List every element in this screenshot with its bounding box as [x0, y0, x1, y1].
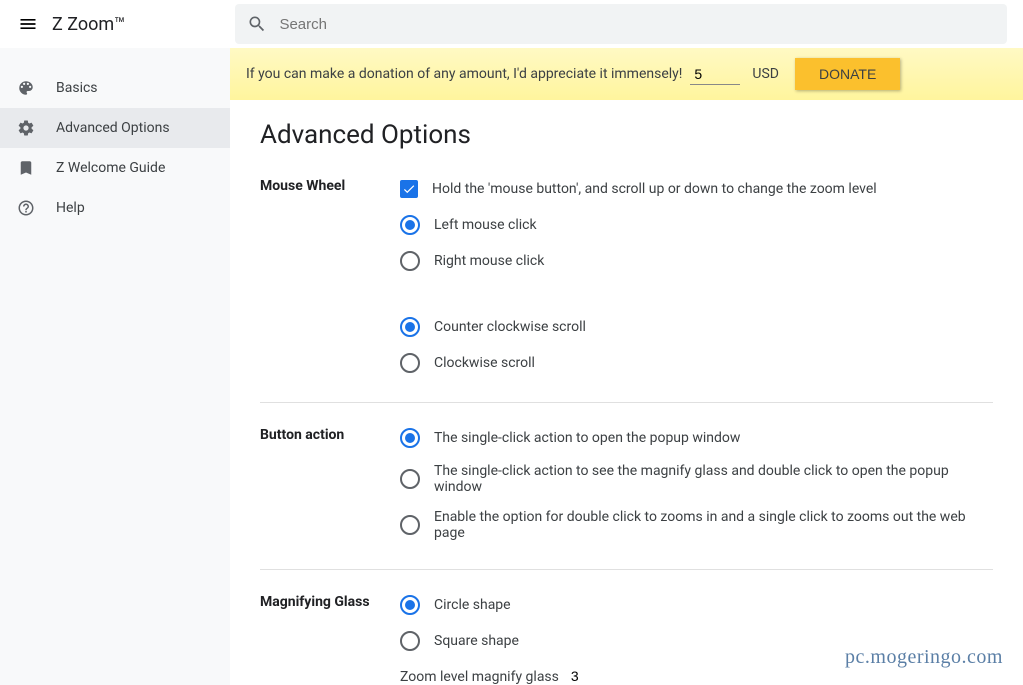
option-btn2: The single-click action to see the magni…: [400, 463, 993, 495]
left-click-radio[interactable]: [400, 215, 420, 235]
cw-scroll-radio[interactable]: [400, 353, 420, 373]
content: Advanced Options Mouse Wheel Hold the 'm…: [230, 100, 1023, 685]
section-label: Mouse Wheel: [260, 178, 400, 374]
option-left-click: Left mouse click: [400, 214, 993, 236]
option-text: Clockwise scroll: [434, 355, 535, 371]
header: Z Zoom™: [0, 0, 1023, 48]
ccw-scroll-radio[interactable]: [400, 317, 420, 337]
zoom-level-label: Zoom level magnify glass: [400, 669, 559, 685]
section-body: The single-click action to open the popu…: [400, 427, 993, 541]
square-shape-radio[interactable]: [400, 631, 420, 651]
btn-action-3-radio[interactable]: [400, 515, 420, 535]
option-text: The single-click action to see the magni…: [434, 463, 993, 495]
search-bar[interactable]: [235, 4, 1007, 44]
section-mouse-wheel: Mouse Wheel Hold the 'mouse button', and…: [260, 178, 993, 403]
option-text: Left mouse click: [434, 217, 537, 233]
option-right-click: Right mouse click: [400, 250, 993, 272]
menu-button[interactable]: [8, 4, 48, 44]
page-title: Advanced Options: [260, 120, 993, 150]
zoom-level-input[interactable]: [567, 666, 617, 685]
option-cw-scroll: Clockwise scroll: [400, 352, 993, 374]
zoom-level-row: Zoom level magnify glass: [400, 666, 993, 685]
option-text: Right mouse click: [434, 253, 544, 269]
settings-icon: [16, 118, 36, 138]
main: If you can make a donation of any amount…: [230, 48, 1023, 685]
option-btn1: The single-click action to open the popu…: [400, 427, 993, 449]
option-ccw-scroll: Counter clockwise scroll: [400, 316, 993, 338]
option-text: Enable the option for double click to zo…: [434, 509, 993, 541]
circle-shape-radio[interactable]: [400, 595, 420, 615]
option-text: Square shape: [434, 633, 519, 649]
donate-button[interactable]: DONATE: [795, 58, 900, 90]
sidebar-item-welcome-guide[interactable]: Z Welcome Guide: [0, 148, 230, 188]
hold-checkbox[interactable]: [400, 180, 418, 198]
help-icon: [16, 198, 36, 218]
palette-icon: [16, 78, 36, 98]
option-text: Circle shape: [434, 597, 511, 613]
sidebar-item-label: Z Welcome Guide: [56, 160, 165, 176]
section-body: Circle shape Square shape Zoom level mag…: [400, 594, 993, 685]
layout: Basics Advanced Options Z Welcome Guide …: [0, 48, 1023, 685]
donation-currency: USD: [752, 66, 779, 82]
option-square: Square shape: [400, 630, 993, 652]
option-text: Hold the 'mouse button', and scroll up o…: [432, 181, 877, 197]
sidebar: Basics Advanced Options Z Welcome Guide …: [0, 48, 230, 685]
option-circle: Circle shape: [400, 594, 993, 616]
donation-text: If you can make a donation of any amount…: [246, 66, 682, 82]
option-hold: Hold the 'mouse button', and scroll up o…: [400, 178, 993, 200]
donation-bar: If you can make a donation of any amount…: [230, 48, 1023, 100]
hamburger-icon: [18, 14, 38, 34]
search-input[interactable]: [279, 16, 995, 33]
section-body: Hold the 'mouse button', and scroll up o…: [400, 178, 993, 374]
donation-amount-input[interactable]: [690, 64, 740, 85]
section-label: Magnifying Glass: [260, 594, 400, 685]
section-label: Button action: [260, 427, 400, 541]
option-text: Counter clockwise scroll: [434, 319, 586, 335]
option-btn3: Enable the option for double click to zo…: [400, 509, 993, 541]
sidebar-item-label: Help: [56, 200, 85, 216]
sidebar-item-label: Basics: [56, 80, 98, 96]
sidebar-item-label: Advanced Options: [56, 120, 170, 136]
sidebar-item-basics[interactable]: Basics: [0, 68, 230, 108]
sidebar-item-advanced-options[interactable]: Advanced Options: [0, 108, 230, 148]
sidebar-item-help[interactable]: Help: [0, 188, 230, 228]
search-icon: [247, 14, 267, 34]
option-text: The single-click action to open the popu…: [434, 430, 740, 446]
btn-action-2-radio[interactable]: [400, 469, 420, 489]
right-click-radio[interactable]: [400, 251, 420, 271]
section-magnifying-glass: Magnifying Glass Circle shape Square sha…: [260, 594, 993, 685]
btn-action-1-radio[interactable]: [400, 428, 420, 448]
bookmark-icon: [16, 158, 36, 178]
app-title: Z Zoom™: [52, 14, 125, 35]
section-button-action: Button action The single-click action to…: [260, 427, 993, 570]
